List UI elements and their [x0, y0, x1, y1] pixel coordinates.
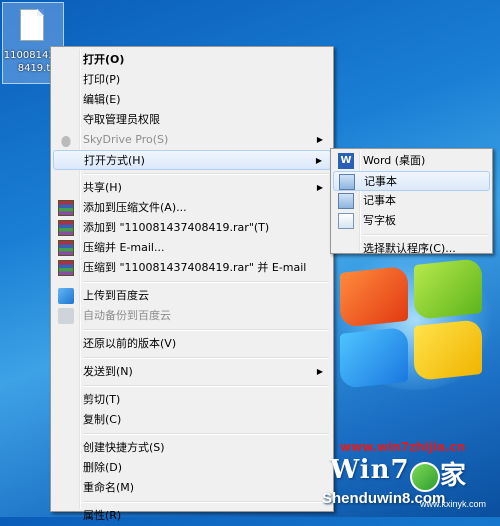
- wordpad-icon: [338, 213, 354, 229]
- menu-item-compress-email[interactable]: 压缩并 E-mail...: [53, 238, 331, 258]
- menu-separator: [83, 357, 329, 359]
- menu-separator: [83, 385, 329, 387]
- menu-separator: [363, 234, 488, 236]
- menu-separator: [83, 329, 329, 331]
- menu-item-upload-baidu[interactable]: 上传到百度云: [53, 286, 331, 306]
- word-icon: W: [338, 153, 354, 169]
- menu-item-add-to-archive[interactable]: 添加到压缩文件(A)...: [53, 198, 331, 218]
- watermark-logo: Win7: [330, 455, 410, 485]
- menu-item-compress-to-rar-email[interactable]: 压缩到 "110081437408419.rar" 并 E-mail: [53, 258, 331, 278]
- text-file-icon: [20, 9, 44, 41]
- submenu-arrow-icon: ▶: [316, 367, 323, 376]
- submenu-item-wordpad[interactable]: 写字板: [333, 211, 490, 231]
- baidu-cloud-icon: [58, 288, 74, 304]
- menu-item-skydrive-pro[interactable]: SkyDrive Pro(S) ▶: [53, 130, 331, 150]
- menu-item-open[interactable]: 打开(O): [53, 50, 331, 70]
- menu-item-delete[interactable]: 删除(D): [53, 458, 331, 478]
- submenu-arrow-icon: ▶: [316, 135, 323, 144]
- menu-item-create-shortcut[interactable]: 创建快捷方式(S): [53, 438, 331, 458]
- watermark-logo-suffix: 家: [440, 461, 467, 491]
- menu-item-restore-previous[interactable]: 还原以前的版本(V): [53, 334, 331, 354]
- windows-logo-wallpaper: [340, 257, 490, 393]
- cloud-icon: [58, 132, 74, 148]
- submenu-arrow-icon: ▶: [315, 156, 322, 165]
- menu-item-open-with[interactable]: 打开方式(H) ▶: [53, 150, 331, 170]
- menu-item-properties[interactable]: 属性(R): [53, 506, 331, 526]
- menu-item-auto-backup-baidu[interactable]: 自动备份到百度云: [53, 306, 331, 326]
- menu-separator: [83, 281, 329, 283]
- submenu-item-word[interactable]: W Word (桌面): [333, 151, 490, 171]
- submenu-item-notepad[interactable]: 记事本: [333, 171, 490, 191]
- menu-item-edit[interactable]: 编辑(E): [53, 90, 331, 110]
- submenu-arrow-icon: ▶: [316, 183, 323, 192]
- open-with-submenu: W Word (桌面) 记事本 记事本 写字板 选择默认程序(C)...: [330, 148, 493, 255]
- submenu-item-notepad-2[interactable]: 记事本: [333, 191, 490, 211]
- menu-item-add-to-rar[interactable]: 添加到 "110081437408419.rar"(T): [53, 218, 331, 238]
- menu-item-print[interactable]: 打印(P): [53, 70, 331, 90]
- winrar-icon: [58, 240, 74, 256]
- watermark-site-2: www.kxinyk.com: [420, 499, 487, 509]
- menu-item-take-ownership[interactable]: 夺取管理员权限: [53, 110, 331, 130]
- menu-separator: [83, 173, 329, 175]
- menu-item-share[interactable]: 共享(H) ▶: [53, 178, 331, 198]
- menu-item-rename[interactable]: 重命名(M): [53, 478, 331, 498]
- watermark-logo-circle: [410, 462, 440, 492]
- winrar-icon: [58, 200, 74, 216]
- menu-item-cut[interactable]: 剪切(T): [53, 390, 331, 410]
- context-menu: 打开(O) 打印(P) 编辑(E) 夺取管理员权限 SkyDrive Pro(S…: [50, 46, 334, 522]
- menu-separator: [83, 501, 329, 503]
- watermark-url: www.win7zhijia.cn: [340, 440, 466, 454]
- submenu-item-choose-default[interactable]: 选择默认程序(C)...: [333, 239, 490, 259]
- notepad-icon: [338, 193, 354, 209]
- winrar-icon: [58, 220, 74, 236]
- baidu-cloud-icon: [58, 308, 74, 324]
- notepad-icon: [339, 174, 355, 190]
- winrar-icon: [58, 260, 74, 276]
- menu-separator: [83, 433, 329, 435]
- menu-item-copy[interactable]: 复制(C): [53, 410, 331, 430]
- menu-item-send-to[interactable]: 发送到(N) ▶: [53, 362, 331, 382]
